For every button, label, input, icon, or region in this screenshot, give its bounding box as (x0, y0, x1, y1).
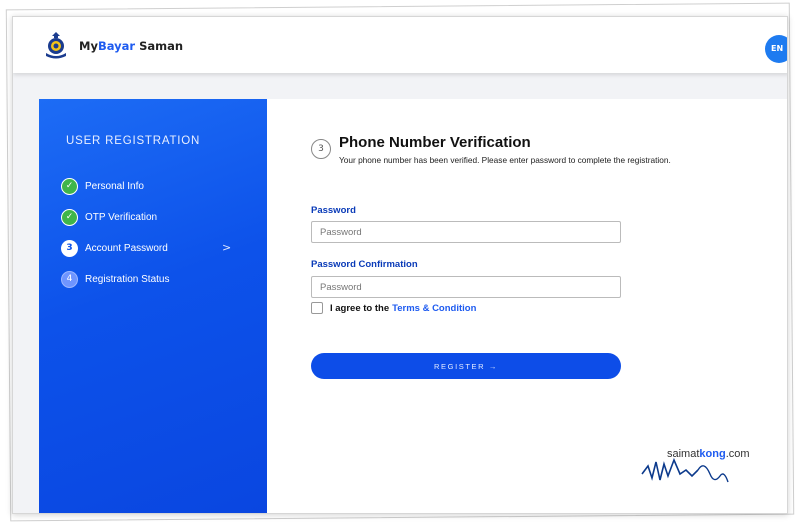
page-subtitle: Your phone number has been verified. Ple… (339, 155, 671, 165)
register-button[interactable]: REGISTER → (311, 353, 621, 379)
terms-agreement: I agree to the Terms & Condition (311, 302, 476, 314)
password-confirmation-input[interactable] (311, 276, 621, 298)
step-label: Personal Info (85, 180, 144, 192)
step-number-badge: 4 (61, 270, 78, 288)
step-label: OTP Verification (85, 211, 158, 223)
check-icon: ✓ (61, 177, 78, 195)
step-number-badge: 3 (61, 239, 78, 257)
password-confirmation-label: Password Confirmation (311, 259, 418, 270)
step-otp-verification[interactable]: ✓ OTP Verification (61, 208, 157, 226)
step-personal-info[interactable]: ✓ Personal Info (61, 177, 144, 195)
sidebar-title: USER REGISTRATION (66, 135, 201, 147)
app-brand[interactable]: MyBayar Saman (79, 39, 183, 53)
agree-text: I agree to the (330, 302, 390, 314)
step-label: Account Password (85, 242, 168, 254)
registration-steps-sidebar: USER REGISTRATION ✓ Personal Info ✓ OTP … (39, 99, 267, 513)
terms-checkbox[interactable] (311, 302, 323, 314)
password-input[interactable] (311, 221, 621, 243)
terms-link[interactable]: Terms & Condition (392, 303, 476, 314)
password-label: Password (311, 205, 356, 216)
police-crest-logo[interactable] (43, 31, 69, 59)
page-title: Phone Number Verification (339, 134, 531, 151)
top-navbar: MyBayar Saman EN (13, 17, 787, 73)
watermark-text: saimatkong.com (667, 448, 750, 460)
step-registration-status[interactable]: 4 Registration Status (61, 270, 170, 288)
step-label: Registration Status (85, 273, 170, 285)
current-step-badge: 3 (311, 139, 331, 159)
step-account-password[interactable]: 3 Account Password (61, 239, 168, 257)
check-icon: ✓ (61, 208, 78, 226)
language-toggle-button[interactable]: EN (765, 35, 787, 63)
chevron-right-icon: > (222, 241, 232, 254)
